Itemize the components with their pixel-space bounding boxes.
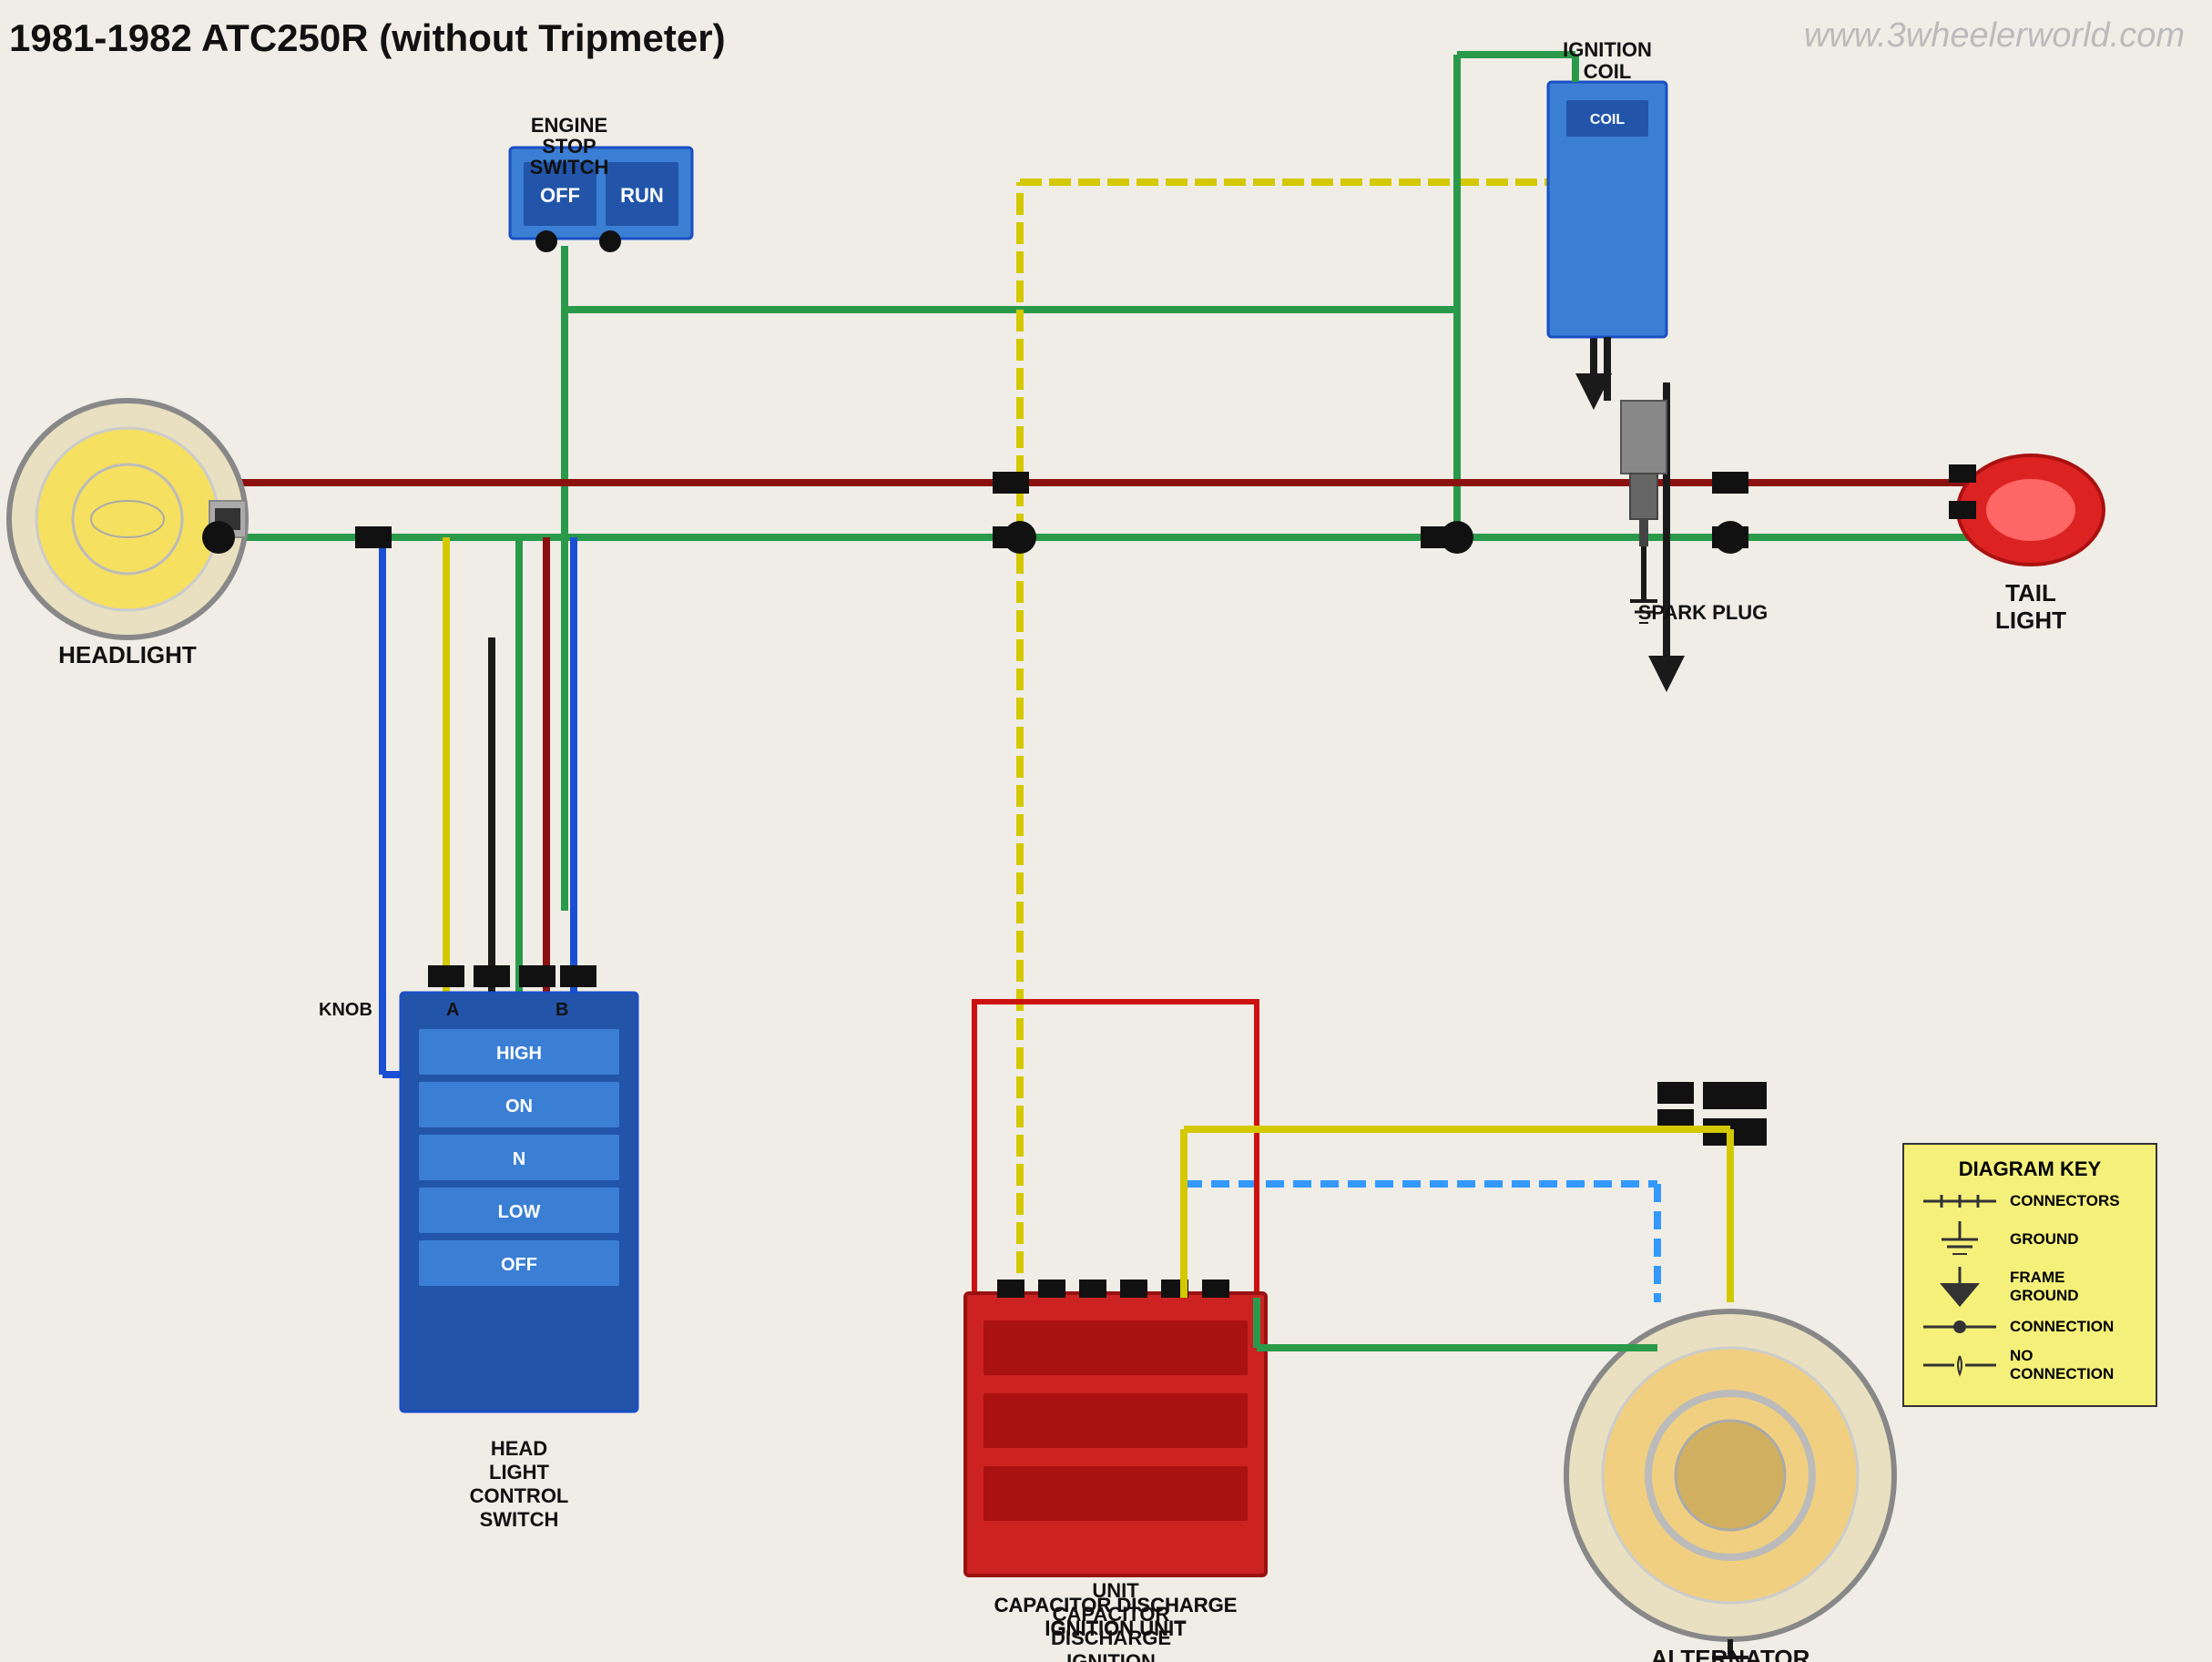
ground-symbol (1919, 1221, 2001, 1258)
svg-text:TAIL: TAIL (2005, 579, 2056, 607)
svg-text:B: B (556, 1000, 568, 1020)
svg-text:SWITCH: SWITCH (530, 156, 609, 178)
svg-text:RUN: RUN (620, 184, 664, 207)
svg-text:HIGH: HIGH (496, 1044, 542, 1064)
svg-text:LOW: LOW (498, 1202, 541, 1222)
svg-text:OFF: OFF (501, 1255, 537, 1275)
cdi-label: CAPACITOR DISCHARGE IGNITION UNIT (965, 1594, 1266, 1641)
svg-text:ENGINE: ENGINE (531, 114, 607, 137)
svg-text:COIL: COIL (1584, 60, 1632, 83)
ground-label: GROUND (2010, 1230, 2079, 1249)
svg-text:OFF: OFF (540, 184, 580, 207)
key-row-no-connection: NO CONNECTION (1919, 1347, 2141, 1383)
key-row-connection: CONNECTION (1919, 1316, 2141, 1338)
key-row-ground: GROUND (1919, 1221, 2141, 1258)
key-row-frame-ground: FRAMEGROUND (1919, 1267, 2141, 1307)
diagram-key: DIAGRAM KEY CONNECTORS (1902, 1143, 2157, 1407)
svg-text:HEADLIGHT: HEADLIGHT (58, 641, 197, 668)
key-row-connectors: CONNECTORS (1919, 1190, 2141, 1212)
svg-text:LIGHT: LIGHT (489, 1461, 550, 1484)
svg-text:ALTERNATOR: ALTERNATOR (1651, 1645, 1810, 1662)
frame-ground-symbol (1919, 1267, 2001, 1307)
no-connection-symbol (1919, 1352, 2001, 1378)
wiring-diagram: OFF RUN COIL (0, 0, 2212, 1662)
connection-label: CONNECTION (2010, 1318, 2114, 1336)
no-connection-label: NO CONNECTION (2010, 1347, 2141, 1383)
svg-text:LIGHT: LIGHT (1995, 607, 2066, 634)
connectors-symbol (1919, 1190, 2001, 1212)
key-title: DIAGRAM KEY (1919, 1157, 2141, 1181)
svg-text:SWITCH: SWITCH (480, 1508, 559, 1531)
svg-text:IGNITION: IGNITION (1066, 1650, 1156, 1662)
frame-ground-label: FRAMEGROUND (2010, 1269, 2079, 1305)
svg-text:KNOB: KNOB (319, 1000, 372, 1020)
svg-text:SPARK PLUG: SPARK PLUG (1638, 601, 1769, 624)
svg-text:CONTROL: CONTROL (470, 1484, 569, 1507)
connection-symbol (1919, 1316, 2001, 1338)
svg-text:STOP: STOP (542, 135, 596, 158)
diagram-container: 1981-1982 ATC250R (without Tripmeter) ww… (0, 0, 2212, 1662)
svg-text:COIL: COIL (1590, 112, 1625, 127)
svg-text:ON: ON (505, 1096, 533, 1116)
svg-text:A: A (446, 1000, 459, 1020)
svg-text:IGNITION: IGNITION (1563, 38, 1652, 61)
svg-text:HEAD: HEAD (491, 1437, 547, 1460)
connectors-label: CONNECTORS (2010, 1192, 2120, 1210)
svg-text:N: N (513, 1149, 525, 1169)
